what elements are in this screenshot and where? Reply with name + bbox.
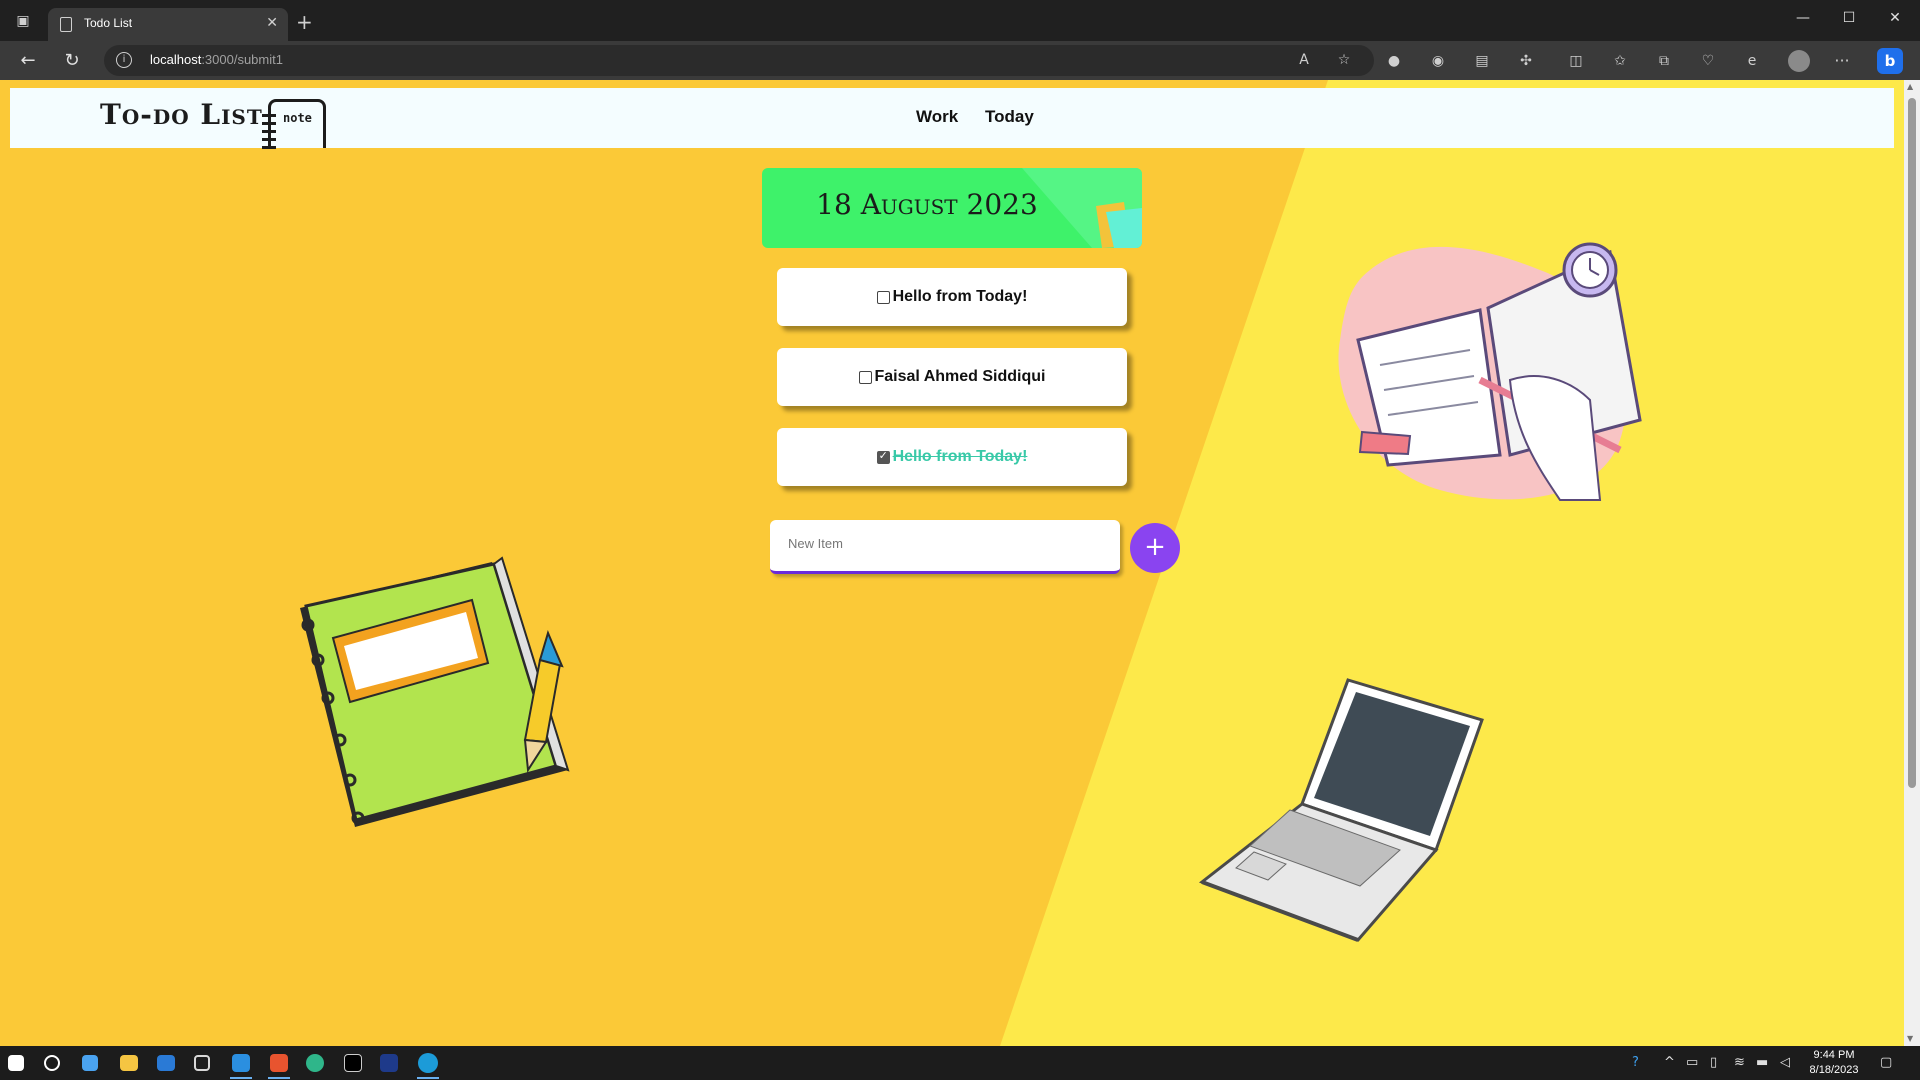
new-item-input[interactable]: New Item [770, 520, 1120, 574]
help-icon[interactable]: ? [1632, 1055, 1639, 1070]
notebook-pencil-illustration [300, 556, 570, 827]
page-scrollbar[interactable]: ▲ ▼ [1904, 80, 1920, 1046]
taskbar-time[interactable]: 9:44 PM [1804, 1049, 1864, 1061]
edge-taskbar-icon[interactable] [418, 1053, 438, 1073]
split-screen-icon[interactable]: ◫ [1566, 51, 1586, 71]
maximize-button[interactable]: ☐ [1834, 10, 1864, 26]
wifi-icon[interactable]: ≋ [1734, 1055, 1745, 1070]
todo-checkbox[interactable] [858, 370, 872, 384]
nav-work-link[interactable]: Work [916, 107, 958, 127]
mail-icon[interactable] [157, 1055, 175, 1071]
performance-icon[interactable]: ♡ [1698, 51, 1718, 71]
extensions-puzzle-icon[interactable]: ✣ [1516, 51, 1536, 71]
minimize-button[interactable]: — [1788, 10, 1818, 26]
brave-icon[interactable] [270, 1054, 288, 1072]
taskbar-date[interactable]: 8/18/2023 [1804, 1064, 1864, 1076]
site-header: To-do List note Work Today [10, 88, 1894, 149]
scroll-up-icon[interactable]: ▲ [1907, 82, 1913, 91]
site-info-icon[interactable]: i [116, 52, 132, 68]
system-tray-icon[interactable]: ▭ [1686, 1055, 1698, 1070]
browser-tabstrip: ▣ Todo List ✕ + — ☐ ✕ [0, 0, 1920, 41]
browser-toolbar: ← ↻ i localhost:3000/submit1 A ☆ ● ◉ ▤ ✣… [0, 41, 1920, 80]
more-menu-icon[interactable]: ··· [1832, 51, 1852, 71]
scroll-down-icon[interactable]: ▼ [1907, 1034, 1913, 1043]
file-explorer-icon[interactable] [120, 1055, 138, 1071]
chatgpt-icon[interactable] [306, 1054, 324, 1072]
scroll-thumb[interactable] [1908, 98, 1916, 788]
edge-icon[interactable]: e [1742, 51, 1762, 71]
todo-item-text-done: Hello from Today! [892, 448, 1028, 465]
date-banner: 18 August 2023 [762, 168, 1142, 248]
extension-doc-icon[interactable]: ▤ [1472, 51, 1492, 71]
read-aloud-icon[interactable]: A [1294, 50, 1314, 70]
profile-avatar[interactable] [1788, 50, 1810, 72]
page-icon [60, 17, 72, 32]
new-tab-button[interactable]: + [296, 10, 313, 34]
tab-title: Todo List [84, 16, 133, 30]
todo-item: Faisal Ahmed Siddiqui [777, 348, 1127, 406]
extension-icon[interactable]: ● [1384, 51, 1404, 71]
note-icon: note [262, 99, 326, 149]
page-viewport: To-do List note Work Today 18 August 202… [0, 80, 1920, 1046]
todo-item-text: Hello from Today! [892, 288, 1028, 305]
site-logo[interactable]: To-do List [100, 98, 263, 131]
favorite-star-icon[interactable]: ☆ [1334, 50, 1354, 70]
close-tab-icon[interactable]: ✕ [266, 15, 278, 31]
add-item-button[interactable]: + [1130, 523, 1180, 573]
meet-now-icon[interactable]: ▯ [1710, 1055, 1717, 1070]
todo-item-text: Faisal Ahmed Siddiqui [874, 368, 1046, 385]
tab-actions-icon[interactable]: ▣ [14, 12, 32, 30]
battery-icon[interactable]: ▬ [1756, 1055, 1768, 1070]
app-3d-icon[interactable] [194, 1055, 210, 1071]
vscode-icon[interactable] [232, 1054, 250, 1072]
date-heading: 18 August 2023 [816, 188, 1038, 221]
nav-today-link[interactable]: Today [985, 107, 1034, 127]
favorites-icon[interactable]: ✩ [1610, 51, 1630, 71]
search-icon[interactable] [44, 1055, 60, 1071]
notifications-icon[interactable]: ▢ [1880, 1055, 1892, 1070]
show-hidden-icons[interactable]: ^ [1664, 1055, 1675, 1070]
close-window-button[interactable]: ✕ [1880, 10, 1910, 26]
notion-icon[interactable] [380, 1054, 398, 1072]
windows-taskbar: ? ^ ▭ ▯ ≋ ▬ ◁ 9:44 PM 8/18/2023 ▢ [0, 1046, 1920, 1080]
edge-active-indicator [417, 1077, 439, 1079]
browser-tab[interactable]: Todo List ✕ [48, 8, 288, 41]
brave-active-indicator [268, 1077, 290, 1079]
back-icon[interactable]: ← [16, 49, 40, 73]
volume-icon[interactable]: ◁ [1780, 1055, 1790, 1070]
todo-checkbox[interactable] [876, 290, 890, 304]
new-item-placeholder: New Item [788, 536, 843, 551]
refresh-icon[interactable]: ↻ [60, 49, 84, 73]
vscode-active-indicator [230, 1077, 252, 1079]
address-bar[interactable]: i localhost:3000/submit1 A ☆ [104, 45, 1374, 76]
pycharm-icon[interactable] [344, 1054, 362, 1072]
widgets-icon[interactable] [82, 1055, 98, 1071]
address-url[interactable]: localhost:3000/submit1 [150, 52, 283, 67]
start-icon[interactable] [8, 1055, 24, 1071]
note-icon-label: note [283, 111, 312, 125]
todo-checkbox-checked[interactable] [876, 449, 890, 464]
todo-item: Hello from Today! [777, 428, 1127, 486]
todo-item: Hello from Today! [777, 268, 1127, 326]
bing-copilot-icon[interactable]: b [1877, 48, 1903, 74]
collections-icon[interactable]: ⧉ [1654, 51, 1674, 71]
extension-cursor-icon[interactable]: ◉ [1428, 51, 1448, 71]
